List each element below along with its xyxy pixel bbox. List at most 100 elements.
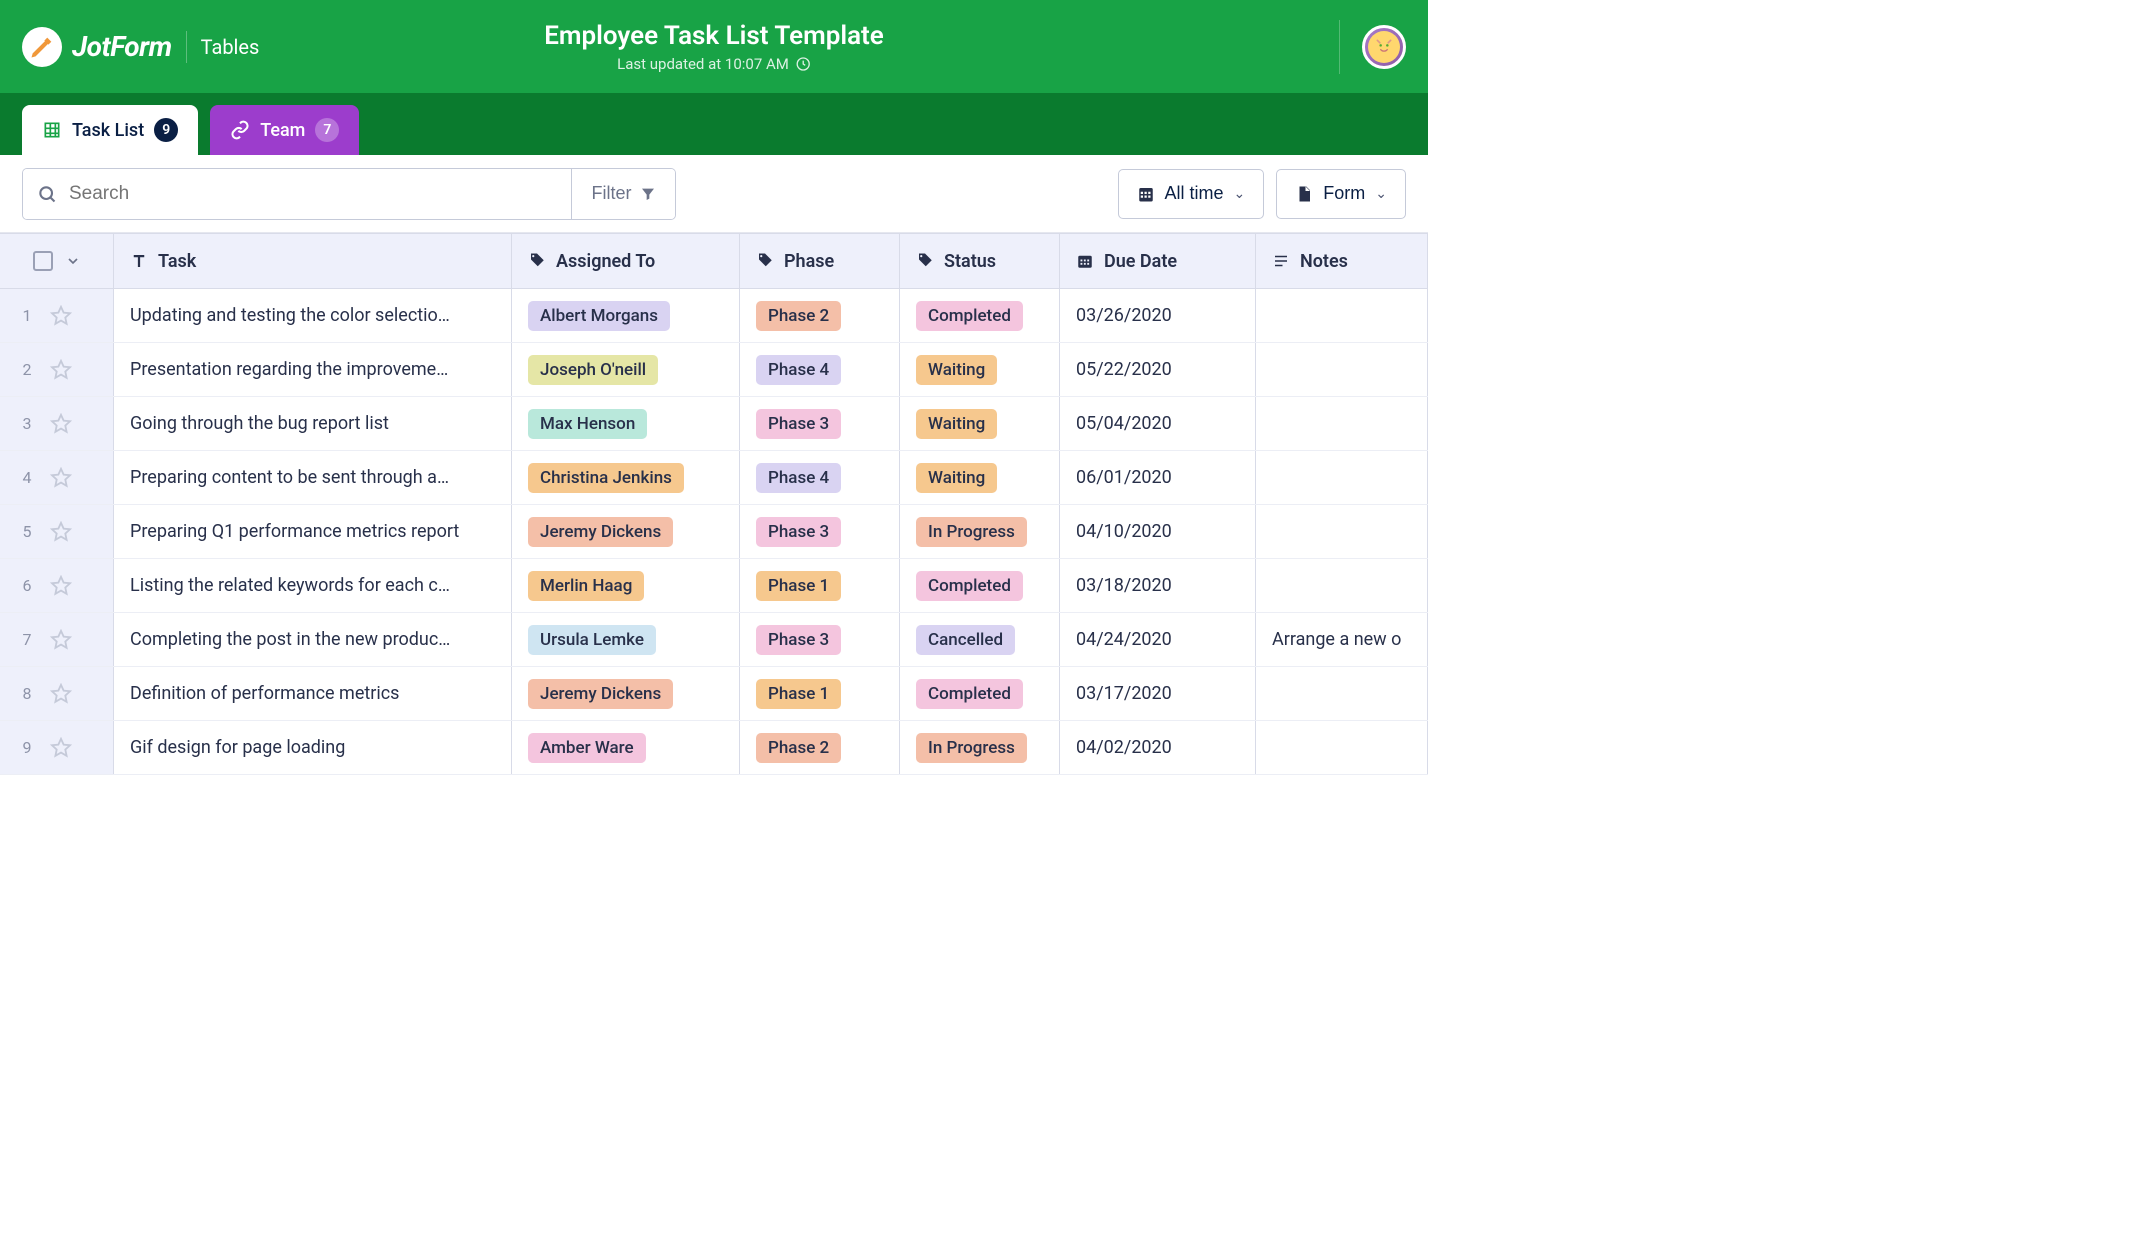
cell-date[interactable]: 03/17/2020 xyxy=(1060,667,1256,720)
phase-pill: Phase 4 xyxy=(756,355,841,385)
cell-phase[interactable]: Phase 3 xyxy=(740,505,900,558)
cell-task[interactable]: Updating and testing the color selectio… xyxy=(114,289,512,342)
cell-assigned[interactable]: Merlin Haag xyxy=(512,559,740,612)
cell-assigned[interactable]: Albert Morgans xyxy=(512,289,740,342)
cell-notes[interactable] xyxy=(1256,505,1428,558)
cell-phase[interactable]: Phase 3 xyxy=(740,613,900,666)
task-text: Going through the bug report list xyxy=(130,413,389,434)
col-header-date[interactable]: Due Date xyxy=(1060,234,1256,288)
cell-phase[interactable]: Phase 4 xyxy=(740,343,900,396)
cell-assigned[interactable]: Jeremy Dickens xyxy=(512,667,740,720)
cell-status[interactable]: Waiting xyxy=(900,451,1060,504)
assignee-pill: Albert Morgans xyxy=(528,301,670,331)
cell-status[interactable]: Waiting xyxy=(900,343,1060,396)
cell-phase[interactable]: Phase 1 xyxy=(740,559,900,612)
cell-task[interactable]: Going through the bug report list xyxy=(114,397,512,450)
cell-assigned[interactable]: Joseph O'neill xyxy=(512,343,740,396)
cell-notes[interactable] xyxy=(1256,397,1428,450)
tab-team[interactable]: Team 7 xyxy=(210,105,359,155)
cell-notes[interactable] xyxy=(1256,343,1428,396)
cell-date[interactable]: 06/01/2020 xyxy=(1060,451,1256,504)
cell-status[interactable]: Waiting xyxy=(900,397,1060,450)
cell-notes[interactable] xyxy=(1256,667,1428,720)
cell-status[interactable]: Completed xyxy=(900,559,1060,612)
cell-task[interactable]: Presentation regarding the improveme… xyxy=(114,343,512,396)
cell-phase[interactable]: Phase 2 xyxy=(740,289,900,342)
cell-phase[interactable]: Phase 3 xyxy=(740,397,900,450)
star-icon[interactable] xyxy=(50,467,72,489)
section-name[interactable]: Tables xyxy=(201,35,260,59)
cell-task[interactable]: Completing the post in the new produc… xyxy=(114,613,512,666)
star-icon[interactable] xyxy=(50,575,72,597)
table-row[interactable]: 2Presentation regarding the improveme…Jo… xyxy=(0,343,1428,397)
cell-task[interactable]: Preparing content to be sent through a… xyxy=(114,451,512,504)
cell-status[interactable]: In Progress xyxy=(900,721,1060,774)
cell-date[interactable]: 04/10/2020 xyxy=(1060,505,1256,558)
cell-notes[interactable]: Arrange a new o xyxy=(1256,613,1428,666)
cell-date[interactable]: 05/22/2020 xyxy=(1060,343,1256,396)
star-icon[interactable] xyxy=(50,359,72,381)
logo[interactable]: JotForm xyxy=(22,27,172,67)
col-header-select xyxy=(0,234,114,288)
select-all-checkbox[interactable] xyxy=(33,251,53,271)
table-row[interactable]: 4Preparing content to be sent through a…… xyxy=(0,451,1428,505)
cell-phase[interactable]: Phase 4 xyxy=(740,451,900,504)
table-row[interactable]: 6Listing the related keywords for each c… xyxy=(0,559,1428,613)
cell-assigned[interactable]: Jeremy Dickens xyxy=(512,505,740,558)
user-avatar[interactable] xyxy=(1362,25,1406,69)
star-icon[interactable] xyxy=(50,629,72,651)
cell-phase[interactable]: Phase 2 xyxy=(740,721,900,774)
date-text: 06/01/2020 xyxy=(1076,467,1172,488)
col-header-status-label: Status xyxy=(944,251,996,272)
assignee-pill: Jeremy Dickens xyxy=(528,517,673,547)
star-icon[interactable] xyxy=(50,305,72,327)
cell-phase[interactable]: Phase 1 xyxy=(740,667,900,720)
date-range-button[interactable]: All time ⌄ xyxy=(1118,169,1265,219)
cell-task[interactable]: Listing the related keywords for each c… xyxy=(114,559,512,612)
cell-status[interactable]: Completed xyxy=(900,667,1060,720)
cell-date[interactable]: 04/02/2020 xyxy=(1060,721,1256,774)
cell-status[interactable]: In Progress xyxy=(900,505,1060,558)
document-title[interactable]: Employee Task List Template xyxy=(544,21,884,51)
table-row[interactable]: 1Updating and testing the color selectio… xyxy=(0,289,1428,343)
table-row[interactable]: 9Gif design for page loadingAmber WarePh… xyxy=(0,721,1428,775)
col-header-task[interactable]: Task xyxy=(114,234,512,288)
cell-notes[interactable] xyxy=(1256,721,1428,774)
star-icon[interactable] xyxy=(50,521,72,543)
cell-status[interactable]: Cancelled xyxy=(900,613,1060,666)
cell-assigned[interactable]: Christina Jenkins xyxy=(512,451,740,504)
cell-assigned[interactable]: Max Henson xyxy=(512,397,740,450)
table-row[interactable]: 8Definition of performance metricsJeremy… xyxy=(0,667,1428,721)
tab-task-list[interactable]: Task List 9 xyxy=(22,105,198,155)
cell-notes[interactable] xyxy=(1256,451,1428,504)
chevron-down-icon[interactable] xyxy=(65,253,81,269)
table-row[interactable]: 7Completing the post in the new produc…U… xyxy=(0,613,1428,667)
cell-task[interactable]: Gif design for page loading xyxy=(114,721,512,774)
row-gutter: 4 xyxy=(0,451,114,504)
cell-notes[interactable] xyxy=(1256,289,1428,342)
col-header-status[interactable]: Status xyxy=(900,234,1060,288)
cell-notes[interactable] xyxy=(1256,559,1428,612)
star-icon[interactable] xyxy=(50,737,72,759)
filter-button[interactable]: Filter xyxy=(571,169,675,219)
col-header-notes[interactable]: Notes xyxy=(1256,234,1428,288)
date-range-label: All time xyxy=(1165,183,1224,204)
cell-task[interactable]: Preparing Q1 performance metrics report xyxy=(114,505,512,558)
col-header-assigned[interactable]: Assigned To xyxy=(512,234,740,288)
table-row[interactable]: 5Preparing Q1 performance metrics report… xyxy=(0,505,1428,559)
cell-date[interactable]: 03/18/2020 xyxy=(1060,559,1256,612)
cell-date[interactable]: 03/26/2020 xyxy=(1060,289,1256,342)
table-row[interactable]: 3Going through the bug report listMax He… xyxy=(0,397,1428,451)
tag-icon xyxy=(756,252,774,270)
search-input[interactable] xyxy=(23,169,571,219)
star-icon[interactable] xyxy=(50,413,72,435)
cell-assigned[interactable]: Amber Ware xyxy=(512,721,740,774)
cell-assigned[interactable]: Ursula Lemke xyxy=(512,613,740,666)
cell-date[interactable]: 05/04/2020 xyxy=(1060,397,1256,450)
form-button[interactable]: Form ⌄ xyxy=(1276,169,1406,219)
cell-date[interactable]: 04/24/2020 xyxy=(1060,613,1256,666)
col-header-phase[interactable]: Phase xyxy=(740,234,900,288)
cell-status[interactable]: Completed xyxy=(900,289,1060,342)
star-icon[interactable] xyxy=(50,683,72,705)
cell-task[interactable]: Definition of performance metrics xyxy=(114,667,512,720)
